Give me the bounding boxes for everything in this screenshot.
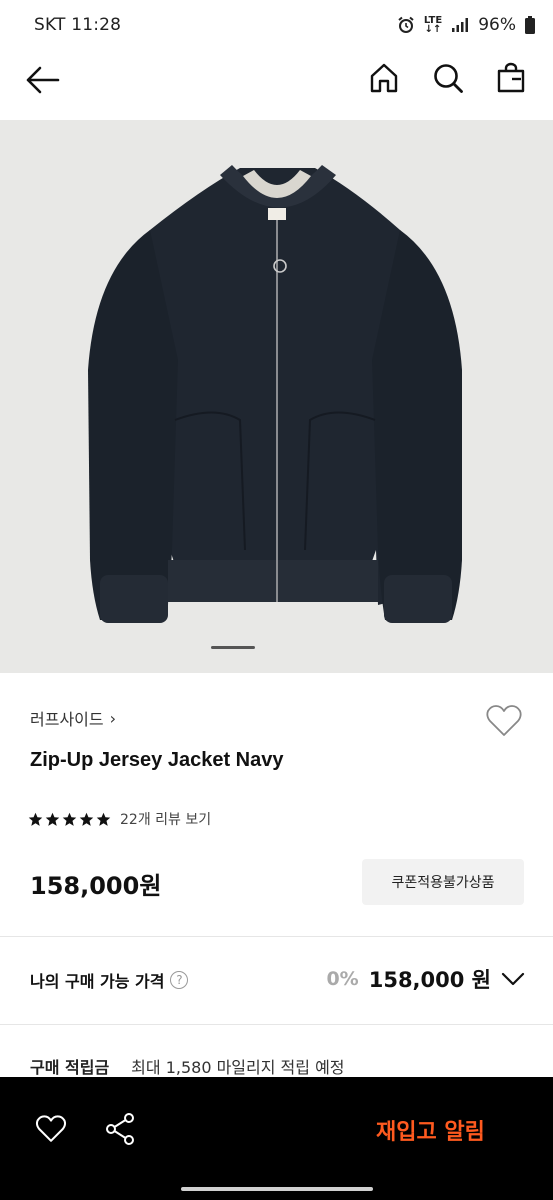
network-type: LTE ↓↑: [423, 15, 443, 35]
rating-stars: [28, 812, 111, 827]
product-price: 158,000원: [30, 872, 162, 900]
search-icon[interactable]: [432, 62, 464, 94]
coupon-unavailable-badge: 쿠폰적용불가상품: [362, 859, 524, 905]
back-arrow-icon[interactable]: [24, 64, 60, 96]
product-photo: [88, 165, 462, 623]
home-icon[interactable]: [368, 62, 400, 94]
divider: [0, 936, 553, 937]
star-icon: [45, 812, 60, 826]
status-icons: LTE ↓↑ 96%: [397, 15, 553, 35]
status-bar: SKT 11:28 LTE ↓↑ 96%: [0, 0, 553, 50]
heart-icon[interactable]: [35, 1114, 67, 1144]
status-carrier-time: SKT 11:28: [34, 15, 122, 35]
star-icon: [28, 812, 43, 826]
heart-icon[interactable]: [485, 704, 523, 738]
product-image-gallery[interactable]: [0, 120, 553, 673]
brand-name: 러프사이드: [30, 710, 104, 729]
points-row: 구매 적립금 최대 1,580 마일리지 적립 예정: [30, 1054, 345, 1078]
share-icon[interactable]: [105, 1112, 137, 1146]
star-icon: [79, 812, 94, 826]
product-title: Zip-Up Jersey Jacket Navy: [30, 749, 284, 771]
star-icon: [62, 812, 77, 826]
rating-row[interactable]: 22개 리뷰 보기: [28, 809, 211, 829]
battery-icon: [525, 16, 535, 34]
bottom-action-bar: 재입고 알림: [0, 1077, 553, 1200]
signal-icon: [452, 18, 469, 32]
battery-percent: 96%: [478, 15, 516, 35]
gallery-page-indicator: [211, 646, 255, 649]
discount-rate: 0%: [326, 968, 359, 990]
my-price-value: 158,000 원: [368, 968, 491, 992]
points-value: 최대 1,580 마일리지 적립 예정: [131, 1058, 345, 1077]
home-indicator: [181, 1187, 373, 1191]
chevron-right-icon: ›: [109, 708, 117, 728]
restock-alert-button[interactable]: 재입고 알림: [376, 1114, 485, 1146]
alarm-icon: [398, 16, 414, 33]
help-icon[interactable]: ?: [170, 971, 189, 989]
my-price-label-text: 나의 구매 가능 가격: [30, 972, 165, 991]
points-label: 구매 적립금: [30, 1058, 110, 1077]
brand-link[interactable]: 러프사이드 ›: [30, 706, 116, 730]
divider: [0, 1024, 553, 1025]
my-price-toggle[interactable]: 0% 158,000 원: [326, 964, 525, 994]
star-icon: [96, 812, 111, 826]
top-nav: [0, 50, 553, 120]
chevron-down-icon[interactable]: [501, 972, 525, 986]
shopping-bag-icon[interactable]: [495, 62, 527, 94]
my-price-label: 나의 구매 가능 가격 ?: [30, 968, 189, 992]
review-count-link[interactable]: 22개 리뷰 보기: [120, 809, 211, 829]
